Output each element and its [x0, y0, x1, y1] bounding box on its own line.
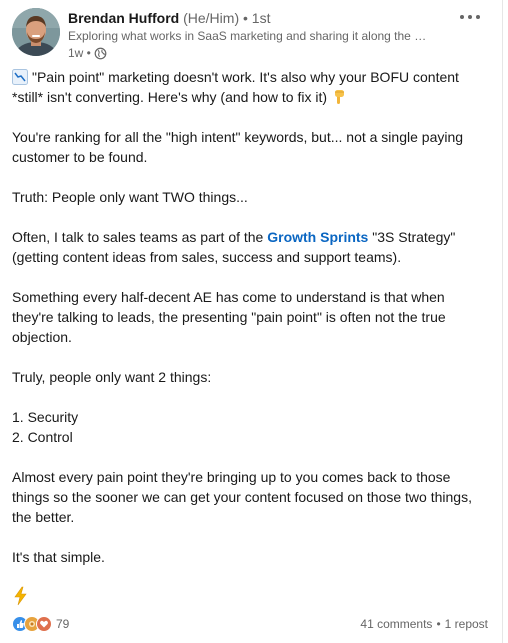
- reposts-count-link[interactable]: 1 repost: [445, 617, 488, 631]
- social-counts-bar: 79 41 comments • 1 repost: [12, 613, 488, 635]
- author-name[interactable]: Brendan Hufford: [68, 10, 179, 26]
- paragraph-4-text-a: Often, I talk to sales teams as part of …: [12, 229, 268, 245]
- paragraph-8: It's that simple.: [12, 549, 105, 565]
- author-name-line: Brendan Hufford (He/Him) • 1st: [68, 9, 478, 27]
- backhand-index-pointing-down-emoji: [331, 89, 347, 105]
- avatar-photo: [12, 8, 60, 56]
- paragraph-1-text: "Pain point" marketing doesn't work. It'…: [12, 69, 459, 105]
- paragraph-6: Truly, people only want 2 things:: [12, 369, 212, 385]
- reactions-summary[interactable]: 79: [12, 616, 69, 632]
- author-avatar[interactable]: [12, 8, 60, 56]
- paragraph-3: Truth: People only want TWO things...: [12, 189, 248, 205]
- author-pronouns: (He/Him): [183, 10, 240, 26]
- post-meta: 1w •: [68, 45, 478, 61]
- comments-count-link[interactable]: 41 comments: [360, 617, 432, 631]
- post-time: 1w •: [68, 46, 91, 60]
- list-block: 1. Security 2. Control: [12, 407, 484, 447]
- author-headline: Exploring what works in SaaS marketing a…: [68, 29, 428, 43]
- post-header: Brendan Hufford (He/Him) • 1st Exploring…: [12, 8, 492, 64]
- globe-icon: [94, 47, 107, 60]
- reaction-count: 79: [56, 617, 70, 631]
- paragraph-4: Often, I talk to sales teams as part of …: [12, 227, 484, 267]
- more-horizontal-icon: [460, 15, 480, 19]
- connection-degree: • 1st: [243, 10, 271, 26]
- paragraph-5: Something every half-decent AE has come …: [12, 289, 446, 345]
- list-item-2: 2. Control: [12, 429, 73, 445]
- company-mention-link[interactable]: Growth Sprints: [267, 229, 368, 245]
- social-counts-right: 41 comments • 1 repost: [360, 617, 488, 631]
- paragraph-1: "Pain point" marketing doesn't work. It'…: [12, 67, 484, 107]
- lightning-emoji: [12, 586, 30, 606]
- paragraph-2: You're ranking for all the "high intent"…: [12, 129, 464, 165]
- post-body: "Pain point" marketing doesn't work. It'…: [12, 67, 484, 587]
- feed-post-card: Brendan Hufford (He/Him) • 1st Exploring…: [0, 0, 503, 643]
- separator-dot: •: [436, 617, 441, 631]
- love-icon: [36, 616, 52, 632]
- chart-decreasing-emoji: [12, 69, 28, 85]
- more-options-button[interactable]: [456, 8, 484, 26]
- author-info: Brendan Hufford (He/Him) • 1st Exploring…: [68, 9, 478, 61]
- paragraph-7: Almost every pain point they're bringing…: [12, 469, 472, 525]
- list-item-1: 1. Security: [12, 409, 79, 425]
